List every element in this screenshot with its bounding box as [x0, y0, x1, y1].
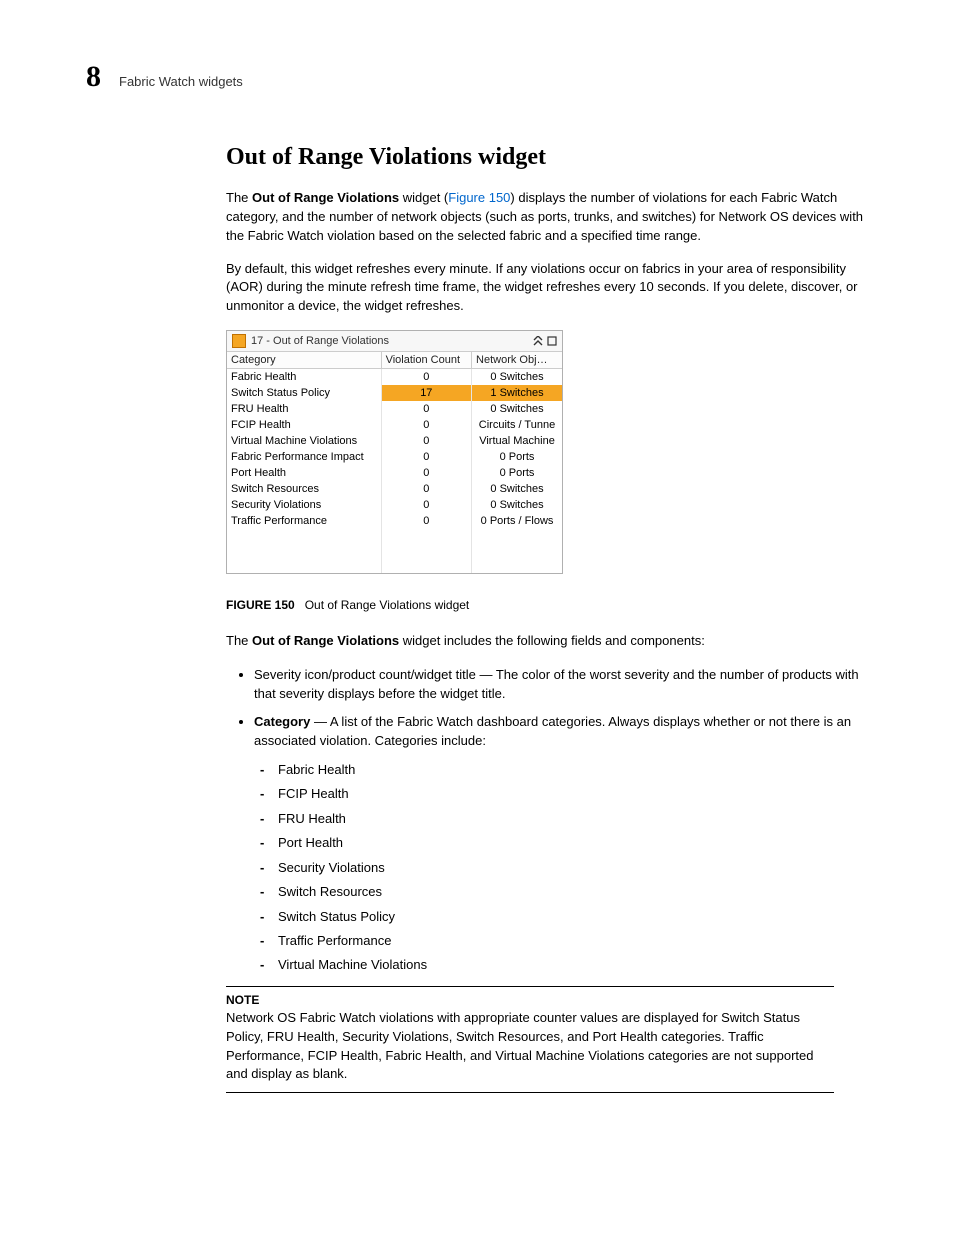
- col-violation-count[interactable]: Violation Count: [381, 352, 471, 369]
- table-row[interactable]: Fabric Health00 Switches: [227, 369, 562, 386]
- widget-title: 17 - Out of Range Violations: [251, 335, 532, 347]
- list-item: Switch Status Policy: [278, 906, 874, 927]
- page-header: 8 Fabric Watch widgets: [86, 60, 874, 94]
- collapse-icon[interactable]: [532, 336, 544, 346]
- table-row[interactable]: Port Health00 Ports: [227, 465, 562, 481]
- list-item: Switch Resources: [278, 881, 874, 902]
- chapter-number: 8: [86, 60, 101, 94]
- list-item: Virtual Machine Violations: [278, 954, 874, 975]
- list-item: Category — A list of the Fabric Watch da…: [254, 712, 874, 976]
- violations-widget: 17 - Out of Range Violations Category Vi…: [226, 330, 563, 574]
- list-item: Port Health: [278, 832, 874, 853]
- components-list: Severity icon/product count/widget title…: [226, 665, 874, 976]
- maximize-icon[interactable]: [547, 336, 557, 346]
- list-item: FRU Health: [278, 808, 874, 829]
- col-category[interactable]: Category: [227, 352, 381, 369]
- list-item: Security Violations: [278, 857, 874, 878]
- list-item: Traffic Performance: [278, 930, 874, 951]
- note-text: Network OS Fabric Watch violations with …: [226, 1009, 834, 1084]
- list-item: FCIP Health: [278, 783, 874, 804]
- list-item: Severity icon/product count/widget title…: [254, 665, 874, 704]
- table-row[interactable]: FCIP Health0Circuits / Tunne: [227, 417, 562, 433]
- list-item: Fabric Health: [278, 759, 874, 780]
- col-network-obj[interactable]: Network Obj…: [472, 352, 562, 369]
- intro-paragraph-1: The Out of Range Violations widget (Figu…: [226, 189, 874, 246]
- components-intro: The Out of Range Violations widget inclu…: [226, 632, 874, 651]
- table-row[interactable]: Traffic Performance00 Ports / Flows: [227, 513, 562, 529]
- table-row[interactable]: FRU Health00 Switches: [227, 401, 562, 417]
- violations-table: Category Violation Count Network Obj… Fa…: [227, 352, 562, 573]
- note-label: NOTE: [226, 993, 834, 1007]
- section-heading: Out of Range Violations widget: [226, 144, 874, 171]
- figure-caption: FIGURE 150Out of Range Violations widget: [226, 598, 874, 612]
- table-row[interactable]: Fabric Performance Impact00 Ports: [227, 449, 562, 465]
- widget-titlebar: 17 - Out of Range Violations: [227, 331, 562, 352]
- table-row[interactable]: Virtual Machine Violations0Virtual Machi…: [227, 433, 562, 449]
- intro-paragraph-2: By default, this widget refreshes every …: [226, 260, 874, 317]
- table-row[interactable]: Security Violations00 Switches: [227, 497, 562, 513]
- note-block: NOTE Network OS Fabric Watch violations …: [226, 986, 834, 1093]
- severity-icon: [232, 334, 246, 348]
- table-row[interactable]: Switch Resources00 Switches: [227, 481, 562, 497]
- figure-link[interactable]: Figure 150: [448, 190, 510, 205]
- table-row[interactable]: Switch Status Policy171 Switches: [227, 385, 562, 401]
- header-title: Fabric Watch widgets: [119, 74, 243, 89]
